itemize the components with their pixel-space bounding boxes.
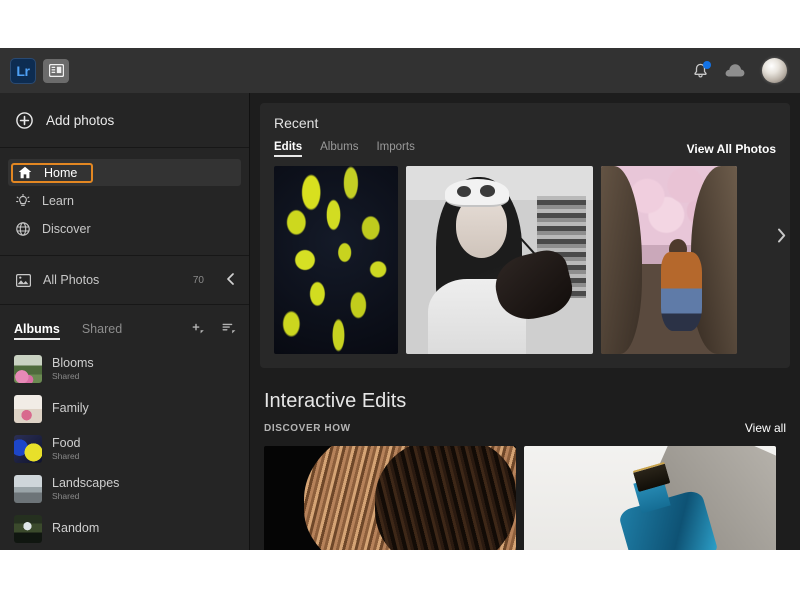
tab-albums-recent[interactable]: Albums (320, 141, 358, 157)
album-shared-label: Shared (52, 452, 81, 462)
sidebar-item-learn[interactable]: Learn (8, 187, 241, 214)
sidebar-item-home[interactable]: Home (8, 159, 241, 186)
album-meta: Landscapes Shared (52, 476, 119, 501)
tab-albums[interactable]: Albums (14, 322, 60, 339)
album-name: Food (52, 436, 81, 450)
recent-photo-3[interactable] (601, 166, 737, 354)
lightroom-app-window: Lr (0, 48, 800, 550)
album-thumbnail (14, 475, 42, 503)
panel-toggle-button[interactable] (43, 59, 69, 83)
album-meta: Blooms Shared (52, 356, 94, 381)
recent-tabs-row: Edits Albums Imports View All Photos (274, 141, 776, 157)
home-focus-ring: Home (11, 163, 93, 183)
cherry-blossom-photo-art (601, 166, 737, 354)
album-thumbnail (14, 395, 42, 423)
sort-dropdown-icon (222, 320, 237, 334)
album-shared-label: Shared (52, 372, 94, 382)
tab-edits[interactable]: Edits (274, 141, 302, 157)
sidebar: Add photos Home (0, 93, 250, 550)
add-photos-section: Add photos (0, 93, 249, 148)
all-photos-section: All Photos 70 (0, 256, 249, 305)
leaves-photo-art (274, 166, 398, 354)
sidebar-item-discover[interactable]: Discover (8, 215, 241, 242)
all-photos-count: 70 (193, 275, 204, 286)
primary-nav: Home Learn (0, 148, 249, 256)
interactive-edit-card-1[interactable] (264, 446, 516, 550)
recent-tabs: Edits Albums Imports (274, 141, 415, 157)
bottle-photo-art (524, 446, 776, 550)
tab-imports[interactable]: Imports (376, 141, 414, 157)
chevron-left-icon[interactable] (226, 273, 235, 288)
album-meta: Random (52, 521, 99, 536)
panel-layout-icon (49, 64, 64, 77)
notification-badge (703, 61, 711, 69)
lightbulb-icon (16, 194, 30, 208)
albums-actions (191, 320, 237, 339)
cloud-sync-button[interactable] (724, 63, 746, 78)
interactive-edits-title: Interactive Edits (264, 390, 786, 413)
album-thumbnail (14, 515, 42, 543)
recent-title: Recent (274, 115, 776, 131)
album-name: Blooms (52, 356, 94, 370)
add-photos-label: Add photos (46, 113, 114, 128)
album-row-landscapes[interactable]: Landscapes Shared (0, 469, 249, 509)
topbar-left-group: Lr (0, 58, 69, 84)
learn-group: Learn (16, 194, 74, 208)
sidebar-item-discover-label: Discover (42, 222, 91, 236)
recent-card: Recent Edits Albums Imports View All Pho… (260, 103, 790, 368)
user-avatar[interactable] (762, 58, 787, 83)
top-bar: Lr (0, 48, 800, 93)
album-meta: Food Shared (52, 436, 81, 461)
discover-group: Discover (16, 222, 91, 236)
album-name: Landscapes (52, 476, 119, 490)
violin-photo-art (406, 166, 593, 354)
cloud-icon (724, 63, 746, 78)
album-row-family[interactable]: Family (0, 389, 249, 429)
lightroom-logo-text: Lr (16, 63, 29, 79)
recent-photo-1[interactable] (274, 166, 398, 354)
hair-photo-art (264, 446, 516, 550)
album-name: Random (52, 521, 99, 535)
topbar-right-group (693, 58, 800, 83)
interactive-edits-cards (264, 446, 786, 550)
lightroom-logo[interactable]: Lr (10, 58, 36, 84)
main-content: Recent Edits Albums Imports View All Pho… (250, 93, 800, 550)
interactive-edits-subheader: DISCOVER HOW View all (264, 421, 786, 435)
home-icon (18, 166, 32, 179)
sidebar-item-home-label: Home (44, 166, 77, 180)
chevron-right-icon (776, 228, 787, 243)
sidebar-item-all-photos[interactable]: All Photos 70 (0, 256, 249, 304)
tab-shared[interactable]: Shared (82, 322, 122, 339)
recent-photo-carousel (274, 166, 776, 354)
discover-how-label: DISCOVER HOW (264, 423, 351, 434)
view-all-link[interactable]: View all (745, 421, 786, 435)
photos-icon (16, 274, 31, 287)
album-row-blooms[interactable]: Blooms Shared (0, 349, 249, 389)
albums-header: Albums Shared (0, 305, 249, 345)
interactive-edit-card-2[interactable] (524, 446, 776, 550)
album-meta: Family (52, 401, 89, 416)
album-thumbnail (14, 355, 42, 383)
albums-section: Albums Shared (0, 305, 249, 549)
album-shared-label: Shared (52, 492, 119, 502)
add-album-button[interactable] (191, 320, 206, 339)
add-photos-button[interactable]: Add photos (0, 93, 249, 147)
globe-icon (16, 222, 30, 236)
recent-photo-2[interactable] (406, 166, 593, 354)
plus-circle-icon (16, 112, 33, 129)
plus-dropdown-icon (191, 320, 206, 334)
album-row-food[interactable]: Food Shared (0, 429, 249, 469)
notifications-button[interactable] (693, 63, 708, 79)
album-row-random[interactable]: Random (0, 509, 249, 549)
interactive-edits-section: Interactive Edits DISCOVER HOW View all (260, 390, 790, 550)
carousel-next-button[interactable] (770, 225, 792, 247)
all-photos-label: All Photos (43, 273, 99, 287)
album-list: Blooms Shared Family Food Shared (0, 345, 249, 549)
view-all-photos-link[interactable]: View All Photos (687, 142, 776, 156)
album-thumbnail (14, 435, 42, 463)
sidebar-item-learn-label: Learn (42, 194, 74, 208)
album-name: Family (52, 401, 89, 415)
sort-albums-button[interactable] (222, 320, 237, 339)
